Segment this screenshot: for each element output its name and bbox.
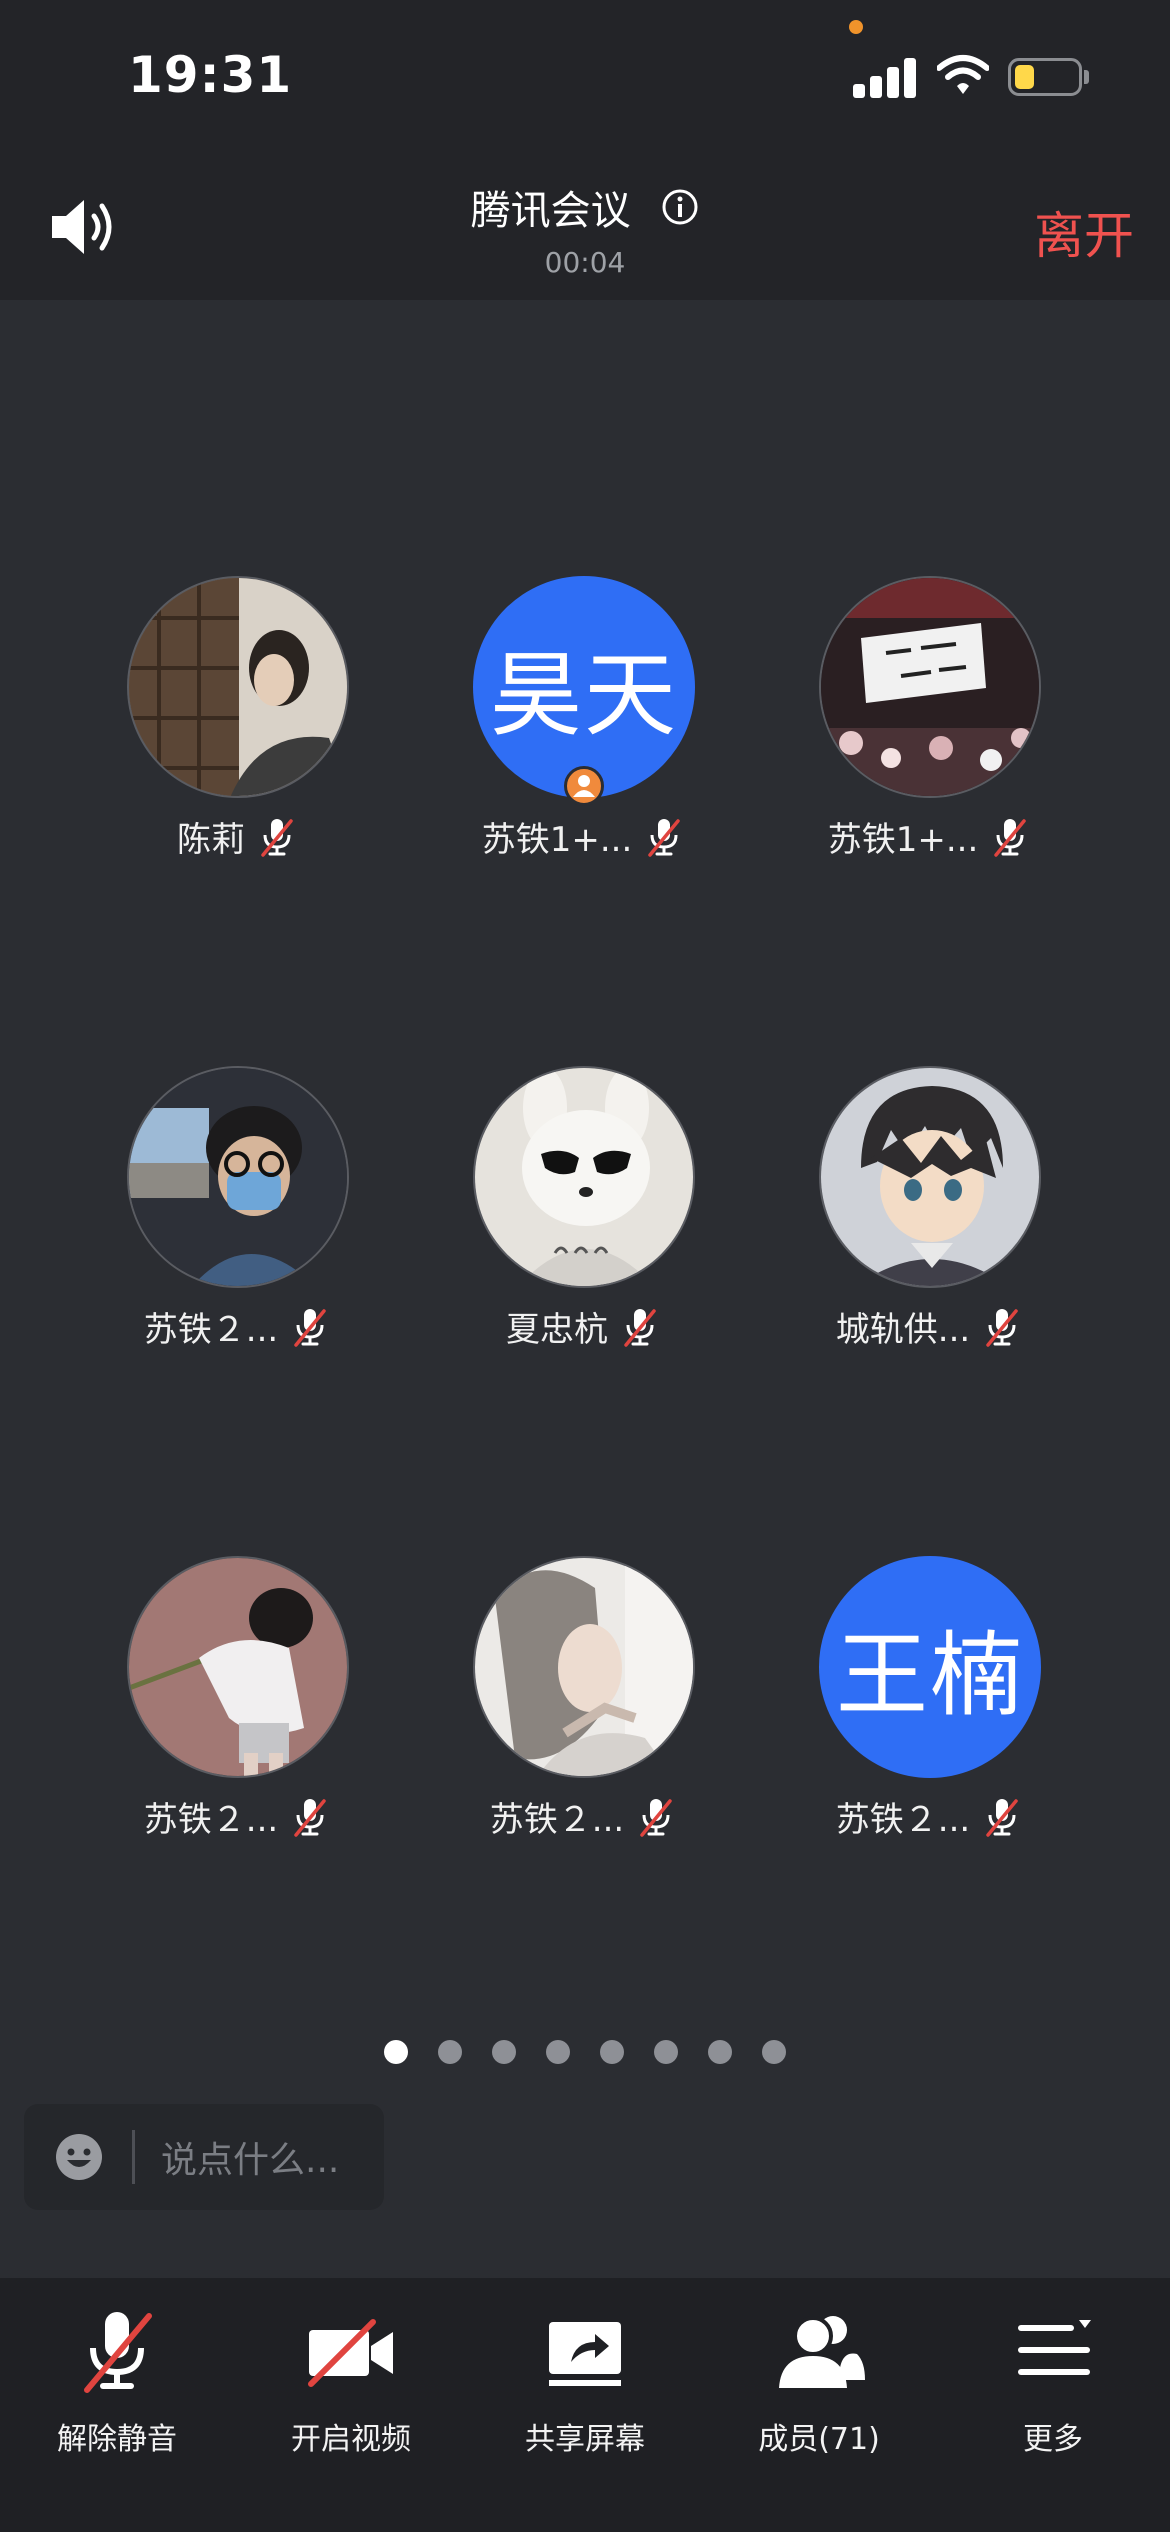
mic-muted-icon [994, 818, 1027, 857]
mic-off-icon [84, 2312, 152, 2393]
meeting-title-text: 腾讯会议 [470, 188, 631, 234]
participant-tile[interactable]: 苏铁２... [64, 1066, 410, 1366]
page-dot[interactable] [438, 2040, 462, 2064]
members-button[interactable]: 成员(71) [702, 2302, 936, 2502]
unmute-label: 解除静音 [57, 2422, 177, 2457]
mic-muted-icon [986, 1308, 1018, 1347]
participant-name: 苏铁２... [489, 1800, 625, 1840]
mic-muted-icon [986, 1798, 1018, 1837]
info-icon[interactable] [661, 188, 699, 226]
participant-tile[interactable]: 苏铁２... [410, 1556, 756, 1856]
page-dot[interactable] [492, 2040, 516, 2064]
page-dot[interactable] [708, 2040, 732, 2064]
mic-muted-icon [624, 1308, 656, 1347]
unmute-button[interactable]: 解除静音 [0, 2302, 234, 2502]
privacy-indicator-dot [849, 20, 863, 34]
participant-name: 苏铁1+... [481, 820, 633, 860]
chat-placeholder: 说点什么... [161, 2140, 340, 2181]
meeting-screen: 19:31 腾讯会议 00:04 离开 陈莉 昊天 苏铁1+... 苏铁1+..… [0, 0, 1170, 2532]
battery-tip [1084, 70, 1089, 84]
participant-avatar [127, 1556, 349, 1778]
wifi-icon [937, 55, 989, 94]
participant-name: 苏铁1+... [827, 820, 979, 860]
members-label: 成员(71) [758, 2422, 880, 2457]
share-screen-icon [549, 2322, 621, 2386]
participant-tile[interactable]: 陈莉 [64, 576, 410, 876]
host-badge-icon [564, 766, 604, 806]
members-icon [779, 2316, 865, 2388]
participant-label: 苏铁1+... [756, 812, 1102, 861]
share-screen-button[interactable]: 共享屏幕 [468, 2302, 702, 2502]
page-indicator [0, 2040, 1170, 2064]
page-dot[interactable] [600, 2040, 624, 2064]
cellular-signal-icon [853, 56, 917, 98]
participant-label: 苏铁２... [410, 1792, 756, 1841]
start-video-label: 开启视频 [291, 2422, 411, 2457]
participant-tile[interactable]: 城轨供... [756, 1066, 1102, 1366]
chat-input[interactable]: 说点什么... [24, 2104, 384, 2210]
battery-icon [1008, 58, 1082, 96]
start-video-button[interactable]: 开启视频 [234, 2302, 468, 2502]
participant-tile[interactable]: 苏铁２... [64, 1556, 410, 1856]
mic-muted-icon [261, 818, 293, 857]
participant-label: 城轨供... [756, 1302, 1102, 1351]
share-screen-label: 共享屏幕 [525, 2422, 645, 2457]
meeting-title: 腾讯会议 [0, 178, 1170, 236]
more-label: 更多 [1023, 2422, 1083, 2457]
page-dot[interactable] [762, 2040, 786, 2064]
meeting-timer: 00:04 [544, 246, 626, 279]
video-off-icon [308, 2319, 393, 2387]
participant-name: 苏铁２... [835, 1800, 971, 1840]
mic-muted-icon [294, 1308, 326, 1347]
participant-avatar [473, 1556, 695, 1778]
top-bar: 19:31 腾讯会议 00:04 离开 [0, 0, 1170, 300]
participant-name: 夏忠杭 [506, 1310, 608, 1350]
page-dot[interactable] [546, 2040, 570, 2064]
participant-avatar [819, 1066, 1041, 1288]
participant-avatar [127, 576, 349, 798]
participant-name: 城轨供... [835, 1310, 971, 1350]
mic-muted-icon [648, 818, 681, 857]
participant-name: 苏铁２... [143, 1800, 279, 1840]
mic-muted-icon [640, 1798, 672, 1837]
participant-label: 夏忠杭 [410, 1302, 756, 1351]
chat-divider [132, 2130, 135, 2184]
more-menu-icon [1018, 2320, 1091, 2375]
participant-avatar [127, 1066, 349, 1288]
page-dot[interactable] [384, 2040, 408, 2064]
status-time: 19:31 [128, 46, 293, 104]
participant-label: 陈莉 [64, 812, 410, 861]
participant-avatar: 昊天 [473, 576, 695, 798]
participant-label: 苏铁２... [756, 1792, 1102, 1841]
more-button[interactable]: 更多 [936, 2302, 1170, 2502]
participant-tile[interactable]: 苏铁1+... [756, 576, 1102, 876]
emoji-icon[interactable] [54, 2132, 104, 2182]
bottom-toolbar: 解除静音 开启视频 共享屏幕 成员(71) 更多 [0, 2278, 1170, 2532]
page-dot[interactable] [654, 2040, 678, 2064]
battery-level [1015, 65, 1034, 89]
participant-tile[interactable]: 王楠 苏铁２... [756, 1556, 1102, 1856]
participant-tile[interactable]: 夏忠杭 [410, 1066, 756, 1366]
participant-avatar [473, 1066, 695, 1288]
participant-avatar: 王楠 [819, 1556, 1041, 1778]
participant-name: 苏铁２... [143, 1310, 279, 1350]
leave-button[interactable]: 离开 [1034, 196, 1134, 268]
participant-tile[interactable]: 昊天 苏铁1+... [410, 576, 756, 876]
participant-avatar [819, 576, 1041, 798]
mic-muted-icon [294, 1798, 326, 1837]
participant-label: 苏铁２... [64, 1792, 410, 1841]
participant-name: 陈莉 [177, 820, 245, 860]
participant-label: 苏铁1+... [410, 812, 756, 861]
participant-label: 苏铁２... [64, 1302, 410, 1351]
